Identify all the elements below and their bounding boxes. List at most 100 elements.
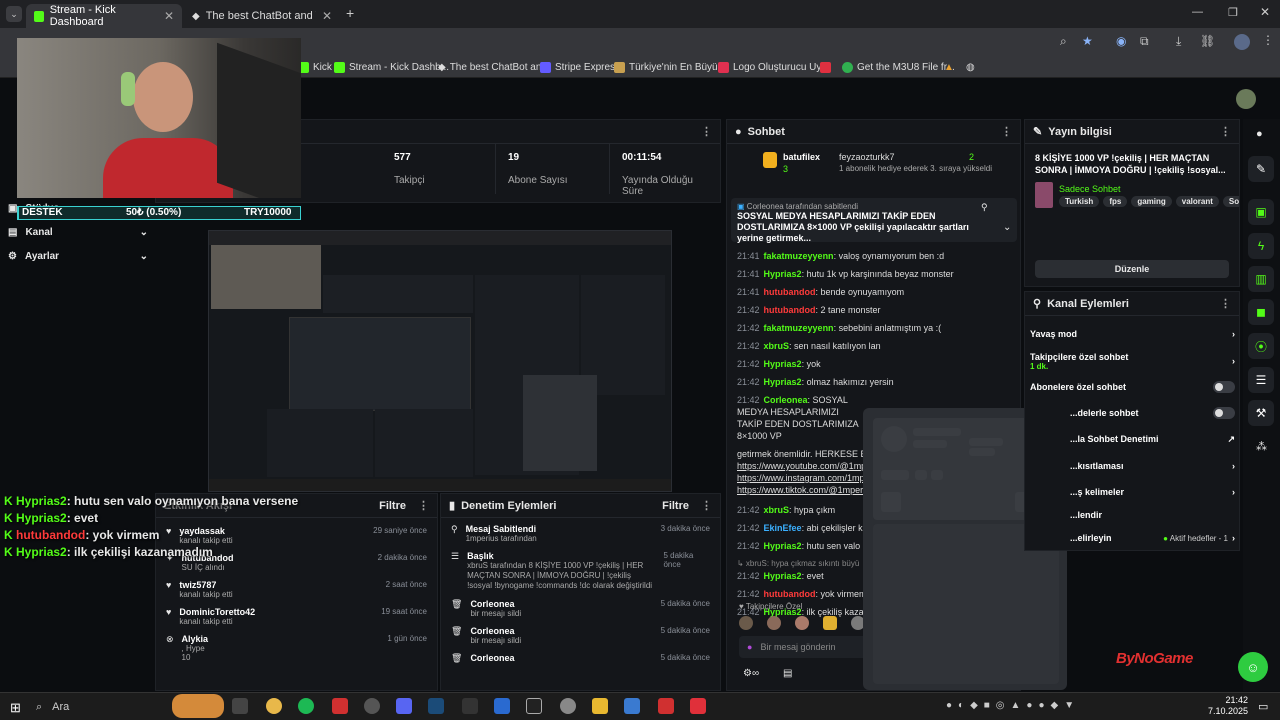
message-user[interactable]: Hyprias2	[764, 377, 802, 387]
tag[interactable]: Turkish	[1059, 196, 1100, 207]
folder-icon[interactable]	[592, 698, 608, 714]
chat-message[interactable]: 21:42 Hyprias2: olmaz hakımızı yersin	[737, 376, 1019, 388]
taskbar-clock[interactable]: 21:42 7.10.2025	[1198, 695, 1248, 717]
steam-icon[interactable]	[428, 698, 444, 714]
chat-message[interactable]: 21:42 fakatmuzeyyenn: sebebini anlatmıştı…	[737, 322, 1019, 334]
chat-message[interactable]: 21:41 hutubandod: bende oynuyamıyom	[737, 286, 1019, 298]
new-tab-button[interactable]: +	[346, 5, 354, 21]
download-icon[interactable]: ⤓	[1176, 34, 1181, 49]
app-icon[interactable]	[494, 698, 510, 714]
action-followers-only[interactable]: Takipçilere özel sohbet 1 dk. ›	[1030, 350, 1235, 372]
close-icon[interactable]: ✕	[164, 9, 174, 23]
more-icon[interactable]: ⋮	[701, 125, 712, 138]
toggle-switch[interactable]	[1213, 407, 1235, 419]
list-icon[interactable]: ☰	[1248, 367, 1274, 393]
chat-bubble-icon[interactable]: ◼	[1248, 299, 1274, 325]
list-item[interactable]: 🗑 Corleonea bir mesajı sildi 5 dakika önce	[441, 595, 720, 622]
app-icon[interactable]	[658, 698, 674, 714]
more-icon[interactable]: ⋮	[1001, 125, 1012, 138]
chat-message[interactable]: 21:41 fakatmuzeyyenn: valoş oynamıyorum b…	[737, 250, 1019, 262]
notification-icon[interactable]: ▭	[1258, 700, 1268, 713]
camera-icon[interactable]: ▣	[1248, 199, 1274, 225]
valorant-icon[interactable]	[690, 698, 706, 714]
chevron-down-icon[interactable]: ⌄	[1003, 222, 1011, 233]
tab-chatbot[interactable]: ◆ The best ChatBot and Widgets ✕	[184, 4, 340, 28]
message-user[interactable]: Hyprias2	[764, 359, 802, 369]
list-item[interactable]: ♥ DominicToretto42 kanalı takip etti 19 saa…	[156, 603, 437, 630]
help-icon[interactable]: ●	[1256, 128, 1263, 140]
extension-icon[interactable]: ◉	[1116, 34, 1126, 48]
list-item[interactable]: ☰ Başlık xbruS tarafından 8 KİŞİYE 1000 VP…	[441, 547, 720, 595]
menu-icon[interactable]: ⋮	[1262, 33, 1274, 47]
category-name[interactable]: Sadece Sohbet	[1059, 184, 1121, 194]
toggle-switch[interactable]	[1213, 381, 1235, 393]
bookmark-stripe[interactable]: Stripe Express	[540, 58, 620, 76]
tag[interactable]: fps	[1103, 196, 1128, 207]
spotify-icon[interactable]	[298, 698, 314, 714]
message-user[interactable]: hutubandod	[764, 287, 816, 297]
action-slow-mode[interactable]: Yavaş mod ›	[1030, 325, 1235, 343]
edit-button[interactable]: Düzenle	[1035, 260, 1229, 278]
message-user[interactable]: Hyprias2	[764, 571, 802, 581]
app-icon[interactable]	[560, 698, 576, 714]
sidebar-item-settings[interactable]: ⚙ Ayarlar ⌄	[8, 246, 148, 266]
tag[interactable]: gaming	[1131, 196, 1172, 207]
pin-icon[interactable]: ⚲	[981, 202, 988, 213]
bookmark-kick[interactable]: Kick	[298, 58, 332, 76]
puzzle-icon[interactable]: ⧉	[1140, 34, 1149, 49]
clipboard-icon[interactable]: ▥	[1248, 266, 1274, 292]
link-icon[interactable]: ⛓	[1200, 34, 1215, 48]
more-icon[interactable]: ⋮	[1220, 297, 1231, 310]
bookmark-turkiye[interactable]: Türkiye'nin En Büyü...	[614, 58, 726, 76]
filter-button[interactable]: Filtre	[379, 500, 406, 512]
bookmark-m3u8[interactable]: Get the M3U8 File fr...	[842, 58, 955, 76]
gift-icon[interactable]: ▤	[783, 668, 792, 679]
pinned-message[interactable]: ▣ Corleonea tarafından sabitlendi SOSYAL…	[731, 198, 1017, 243]
chrome-icon[interactable]	[266, 698, 282, 714]
discord-icon[interactable]	[396, 698, 412, 714]
emote-icon[interactable]	[767, 616, 781, 630]
message-user[interactable]: xbruS	[764, 341, 790, 351]
action-chat-moderation[interactable]: ...la Sohbet Denetimi ↗	[1070, 430, 1235, 448]
app-icon[interactable]	[624, 698, 640, 714]
list-item[interactable]: ⊗ Alykia, Hype 10 1 gün önce	[156, 630, 437, 666]
emote-icon[interactable]	[795, 616, 809, 630]
stream-preview[interactable]	[208, 230, 672, 492]
capcut-icon[interactable]	[526, 698, 542, 714]
message-user[interactable]: Hyprias2	[764, 541, 802, 551]
wrench-icon[interactable]: ⚒	[1248, 400, 1274, 426]
taskbar-widget[interactable]	[172, 694, 224, 718]
close-window-button[interactable]: ✕	[1260, 5, 1270, 19]
message-user[interactable]: Corleonea	[764, 395, 808, 405]
windows-start-icon[interactable]: ⊞	[10, 700, 21, 716]
chat-message[interactable]: 21:42 hutubandod: 2 tane monster	[737, 304, 1019, 316]
chat-message[interactable]: 21:42 Corleonea: SOSYAL MEDYA HESAPLARIMI…	[737, 394, 861, 442]
chat-settings-icon[interactable]: ⚙∞	[743, 668, 759, 679]
action-promote[interactable]: ...lendir	[1070, 506, 1235, 524]
obs-icon[interactable]	[364, 698, 380, 714]
bookmark-logo[interactable]: Logo Oluşturucu Uy...	[718, 58, 829, 76]
nodes-icon[interactable]: ⁂	[1256, 440, 1267, 453]
edit-icon[interactable]: ✎	[1248, 156, 1274, 182]
support-chat-button[interactable]: ☺	[1238, 652, 1268, 682]
chat-message[interactable]: 21:41 Hyprias2: hutu 1k vp karşinında bey…	[737, 268, 1019, 280]
message-user[interactable]: EkinEfee	[764, 523, 802, 533]
tab-kick-dashboard[interactable]: Stream - Kick Dashboard ✕	[26, 4, 182, 28]
action-restriction[interactable]: ...kısıtlaması ›	[1070, 457, 1235, 475]
more-icon[interactable]: ⋮	[418, 499, 429, 512]
bookmark-stream[interactable]: Stream - Kick Dashb...	[334, 58, 449, 76]
star-icon[interactable]: ★	[1082, 34, 1093, 48]
epic-icon[interactable]	[462, 698, 478, 714]
list-item[interactable]: ♥ twiz5787 kanalı takip etti 2 saat önce	[156, 576, 437, 603]
action-emote-only[interactable]: ...delerle sohbet	[1070, 404, 1235, 422]
message-user[interactable]: fakatmuzeyyenn	[764, 251, 834, 261]
action-banned-words[interactable]: ...ş kelimeler ›	[1070, 483, 1235, 501]
emote-icon[interactable]	[823, 616, 837, 630]
tab-list-button[interactable]: ⌄	[6, 6, 22, 22]
tag[interactable]: Sohb	[1222, 196, 1239, 207]
action-goals[interactable]: ...elirleyin ● Aktif hedefler - 1 ›	[1070, 529, 1235, 547]
task-view-icon[interactable]	[232, 698, 248, 714]
chat-input[interactable]: ● Bir mesaj gönderin	[739, 636, 869, 658]
message-user[interactable]: xbruS	[764, 505, 790, 515]
filter-button[interactable]: Filtre	[662, 500, 689, 512]
